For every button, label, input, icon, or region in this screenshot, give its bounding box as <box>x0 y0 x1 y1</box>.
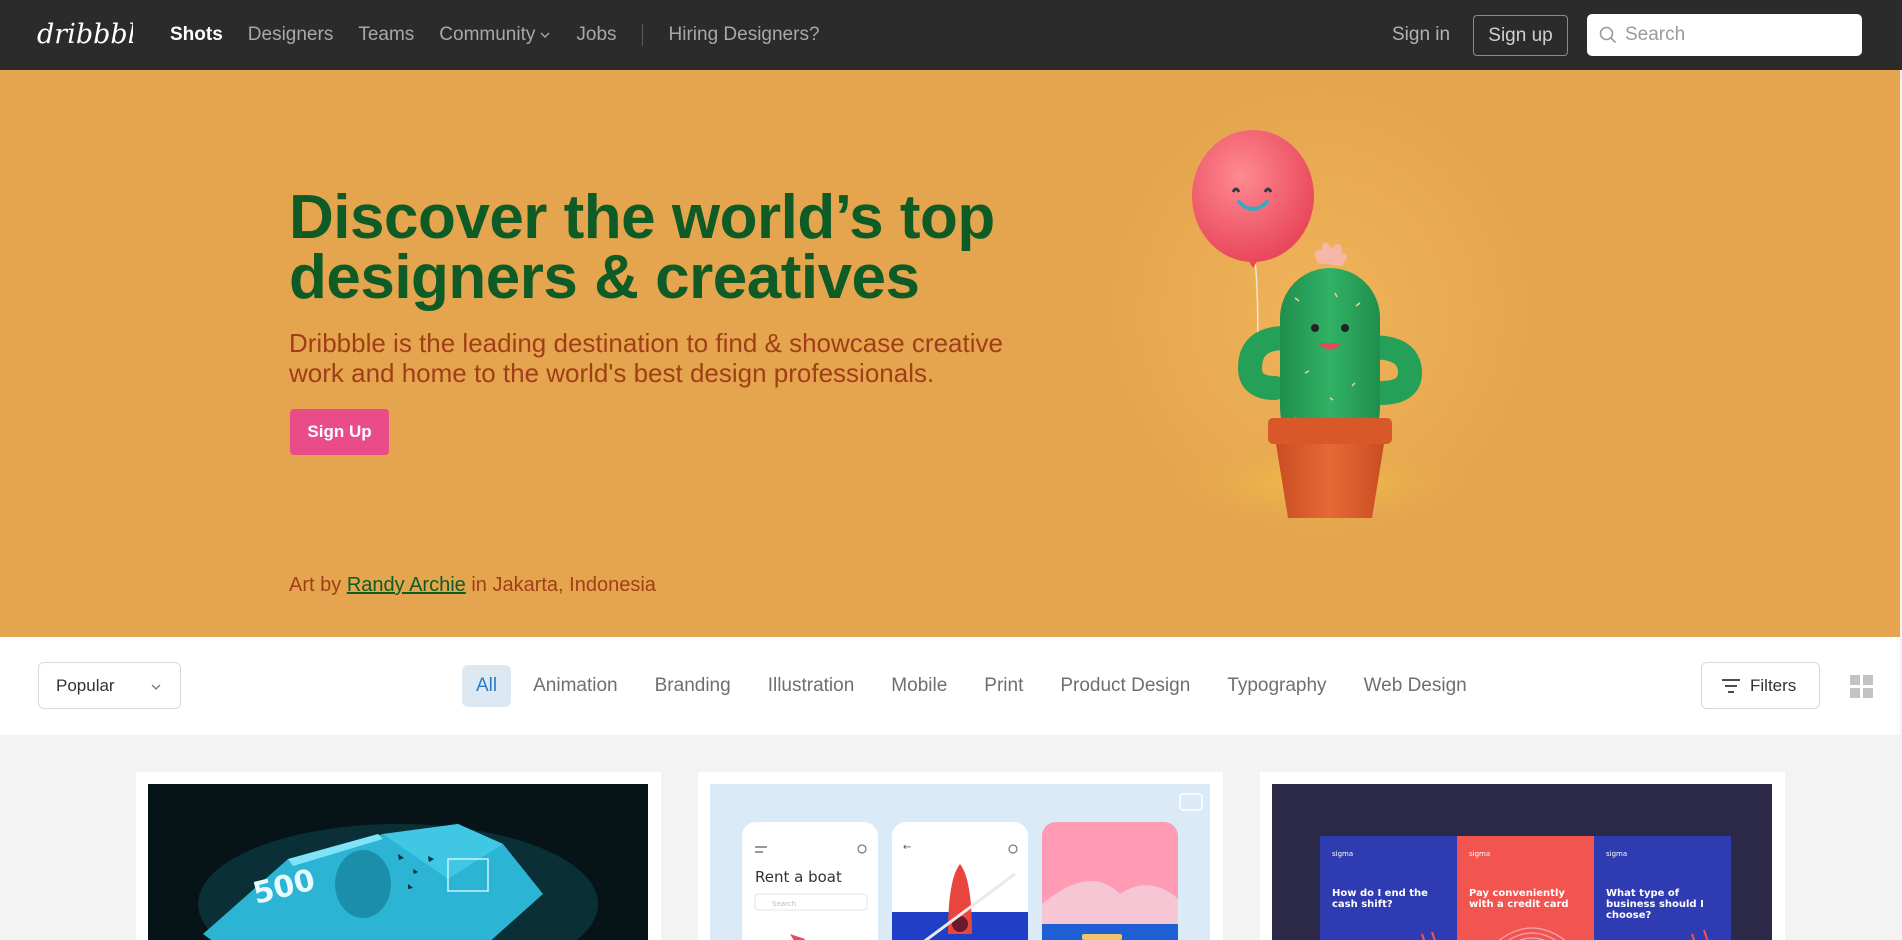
primary-nav: Shots Designers Teams Community Jobs Hir… <box>170 0 845 70</box>
search-box[interactable] <box>1587 14 1862 56</box>
category-tabs: All Animation Branding Illustration Mobi… <box>462 665 1504 707</box>
sigma-logo-2: sigma <box>1469 850 1490 858</box>
dribbble-logo[interactable]: dribbble <box>37 19 133 51</box>
tab-product-design[interactable]: Product Design <box>1060 675 1190 697</box>
sigma-card-1-text: How do I end the cash shift? <box>1332 888 1428 910</box>
sigma-logo-1: sigma <box>1332 850 1353 858</box>
sign-up-button[interactable]: Sign up <box>1473 15 1568 56</box>
shot-thumbnail: sigma sigma sigma How do I end the cash … <box>1272 784 1772 940</box>
tab-web-design[interactable]: Web Design <box>1364 675 1467 697</box>
shot-card[interactable]: Rent a boat Search ← <box>698 772 1223 940</box>
rent-a-boat-search: Search <box>772 900 796 908</box>
tab-illustration[interactable]: Illustration <box>768 675 855 697</box>
filters-button[interactable]: Filters <box>1701 662 1820 709</box>
sort-value: Popular <box>56 675 115 695</box>
shot-card[interactable]: 500 <box>136 772 661 940</box>
nav-shots[interactable]: Shots <box>170 24 223 46</box>
artist-link[interactable]: Randy Archie <box>347 574 466 596</box>
filters-label: Filters <box>1750 675 1797 695</box>
nav-designers[interactable]: Designers <box>248 24 334 46</box>
tab-mobile[interactable]: Mobile <box>891 675 947 697</box>
nav-divider <box>641 24 643 46</box>
tab-branding[interactable]: Branding <box>655 675 731 697</box>
search-icon <box>1599 26 1617 44</box>
chevron-down-icon <box>540 32 550 38</box>
tab-typography[interactable]: Typography <box>1227 675 1326 697</box>
top-navigation: dribbble Shots Designers Teams Community… <box>0 0 1902 70</box>
nav-teams[interactable]: Teams <box>358 24 414 46</box>
sigma-card-3-text: What type of business should I choose? <box>1606 888 1704 921</box>
chevron-down-icon <box>151 684 161 690</box>
sign-in-link[interactable]: Sign in <box>1392 24 1450 46</box>
hero-title: Discover the world’s top designers & cre… <box>289 183 995 312</box>
svg-text:←: ← <box>903 842 911 853</box>
nav-jobs[interactable]: Jobs <box>576 24 616 46</box>
nav-hiring-designers[interactable]: Hiring Designers? <box>669 24 820 46</box>
sigma-logo-3: sigma <box>1606 850 1627 858</box>
shot-thumbnail: Rent a boat Search ← <box>710 784 1210 940</box>
hero-sign-up-button[interactable]: Sign Up <box>290 409 389 455</box>
art-credit: Art by Randy Archie in Jakarta, Indonesi… <box>289 574 656 597</box>
tab-all[interactable]: All <box>462 665 512 707</box>
hero-description: Dribbble is the leading destination to f… <box>289 328 1003 388</box>
credit-location: in Jakarta, Indonesia <box>471 574 656 596</box>
cactus-balloon-illustration <box>1110 88 1530 538</box>
svg-text:dribbble: dribbble <box>37 19 133 50</box>
shot-thumbnail: 500 <box>148 784 648 940</box>
sort-dropdown[interactable]: Popular <box>38 662 181 709</box>
nav-community[interactable]: Community <box>439 24 551 46</box>
credit-prefix: Art by <box>289 574 342 596</box>
shots-filter-bar: Popular All Animation Branding Illustrat… <box>0 637 1900 735</box>
tab-print[interactable]: Print <box>984 675 1023 697</box>
sigma-card-2-text: Pay conveniently with a credit card <box>1469 888 1569 910</box>
search-input[interactable] <box>1625 24 1845 46</box>
rent-a-boat-title: Rent a boat <box>755 868 842 886</box>
filter-icon <box>1722 678 1740 693</box>
tab-animation[interactable]: Animation <box>533 675 618 697</box>
grid-view-icon[interactable] <box>1850 675 1873 698</box>
nav-community-label: Community <box>439 24 536 45</box>
shot-card[interactable]: sigma sigma sigma How do I end the cash … <box>1260 772 1785 940</box>
hero-banner: Discover the world’s top designers & cre… <box>0 70 1900 637</box>
